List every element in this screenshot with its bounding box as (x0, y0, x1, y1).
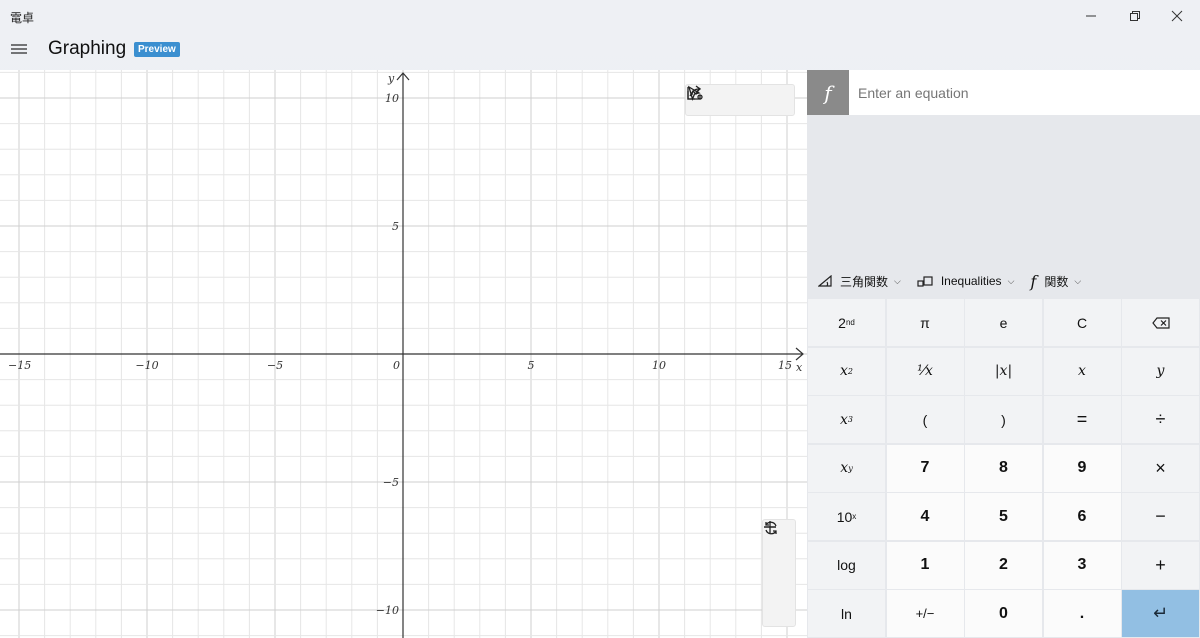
log-key[interactable]: log (808, 541, 885, 589)
navigation-menu-button[interactable] (8, 38, 30, 60)
digit-4-key[interactable]: 4 (886, 493, 964, 540)
euler-key[interactable]: e (965, 299, 1042, 346)
reset-view-button[interactable] (763, 521, 795, 625)
square-key[interactable]: x2 (808, 347, 885, 395)
backspace-icon (1151, 316, 1170, 329)
equation-input[interactable] (849, 70, 1200, 115)
enter-key[interactable]: ↵ (1122, 590, 1199, 637)
equals-key[interactable]: = (1043, 396, 1121, 443)
reciprocal-key[interactable]: ¹⁄x (886, 347, 964, 395)
minimize-button[interactable] (1068, 0, 1114, 32)
function-icon: f (1030, 271, 1037, 291)
absolute-value-key[interactable]: |x| (965, 347, 1042, 395)
equation-panel: f 三角関数 ⌵ Inequalities ⌵ f 関数 (807, 70, 1200, 638)
preview-badge: Preview (134, 42, 180, 57)
triangle-icon (818, 275, 832, 287)
digit-0-key[interactable]: 0 (965, 590, 1042, 637)
x-tick-label: 0 (393, 359, 400, 372)
y-tick-label: −5 (383, 476, 399, 489)
power-key[interactable]: xy (808, 444, 885, 492)
app-header: Graphing Preview (0, 32, 1200, 70)
x-tick-label: −10 (135, 359, 158, 372)
digit-8-key[interactable]: 8 (965, 444, 1042, 492)
second-function-key[interactable]: 2nd (808, 299, 885, 346)
function-icon: f (824, 80, 832, 105)
subtract-key[interactable]: − (1122, 493, 1199, 540)
mode-title: Graphing (48, 38, 127, 59)
minimize-icon (1086, 15, 1096, 17)
calculator-window: 電卓 Graphing Preview x y −15 −10 −5 0 5 10 15 10 5−… (0, 0, 1200, 638)
trig-dropdown-label: 三角関数 (840, 274, 889, 289)
y-tick-label: 10 (385, 92, 399, 105)
restore-button[interactable] (1112, 0, 1158, 32)
keypad: 2nd π e C x2 ¹⁄x |x| x y x3 ( ) = ÷ xy 7… (808, 299, 1199, 637)
multiply-key[interactable]: × (1122, 444, 1199, 492)
equation-list-area (807, 115, 1200, 265)
digit-9-key[interactable]: 9 (1043, 444, 1121, 492)
graph-settings-icon (687, 87, 703, 100)
graph-plot[interactable]: x y −15 −10 −5 0 5 10 15 10 5 −5 −10 (0, 70, 807, 638)
graph-options-button[interactable] (687, 85, 794, 115)
divide-key[interactable]: ÷ (1122, 396, 1199, 443)
zoom-controls (762, 519, 796, 627)
functions-dropdown[interactable]: f 関数 ⌵ (1030, 272, 1081, 291)
y-tick-label: 5 (392, 220, 399, 233)
digit-1-key[interactable]: 1 (886, 541, 964, 589)
add-key[interactable]: + (1122, 541, 1199, 589)
chevron-down-icon: ⌵ (1074, 275, 1082, 286)
digit-3-key[interactable]: 3 (1043, 541, 1121, 589)
title-bar: 電卓 (0, 0, 1200, 32)
chevron-down-icon: ⌵ (1007, 275, 1015, 286)
digit-6-key[interactable]: 6 (1043, 493, 1121, 540)
functions-dropdown-label: 関数 (1044, 274, 1069, 289)
app-title: 電卓 (10, 11, 35, 25)
inequalities-dropdown[interactable]: Inequalities ⌵ (917, 274, 1015, 288)
chevron-down-icon: ⌵ (894, 275, 901, 286)
graph-toolbar (685, 84, 795, 116)
x-tick-label: 15 (778, 359, 792, 372)
close-button[interactable] (1154, 0, 1200, 32)
digit-5-key[interactable]: 5 (965, 493, 1042, 540)
variable-y-key[interactable]: y (1122, 347, 1199, 395)
restore-icon (1130, 11, 1140, 21)
ln-key[interactable]: ln (808, 590, 885, 637)
close-icon (1171, 10, 1183, 22)
equation-row: f (807, 70, 1200, 115)
y-tick-label: −10 (376, 604, 399, 617)
graph-canvas[interactable]: x y −15 −10 −5 0 5 10 15 10 5 −5 −10 (0, 70, 807, 638)
open-paren-key[interactable]: ( (886, 396, 964, 443)
inequalities-dropdown-label: Inequalities (940, 274, 1002, 288)
x-tick-label: −15 (8, 359, 31, 372)
negate-key[interactable]: +/− (886, 590, 964, 637)
pi-key[interactable]: π (886, 299, 964, 346)
x-tick-label: 5 (528, 359, 535, 372)
x-tick-label: −5 (267, 359, 283, 372)
zoom-out-button[interactable] (763, 526, 795, 590)
share-button[interactable] (687, 85, 758, 115)
function-style-button[interactable]: f (807, 70, 849, 115)
ten-power-key[interactable]: 10 x (808, 493, 885, 540)
hamburger-icon (11, 44, 27, 54)
function-dropdowns: 三角関数 ⌵ Inequalities ⌵ f 関数 ⌵ (807, 266, 1200, 296)
close-paren-key[interactable]: ) (965, 396, 1042, 443)
variable-x-key[interactable]: x (1043, 347, 1121, 395)
backspace-key[interactable] (1122, 299, 1199, 346)
x-tick-label: 10 (652, 359, 666, 372)
digit-2-key[interactable]: 2 (965, 541, 1042, 589)
cube-key[interactable]: x3 (808, 396, 885, 443)
decimal-key[interactable]: . (1043, 590, 1121, 637)
trig-dropdown[interactable]: 三角関数 ⌵ (818, 273, 901, 290)
digit-7-key[interactable]: 7 (886, 444, 964, 492)
refresh-icon (765, 521, 777, 535)
x-axis-label: x (796, 361, 803, 374)
y-axis-label: y (387, 72, 395, 85)
inequalities-icon (917, 275, 933, 287)
clear-key[interactable]: C (1043, 299, 1121, 346)
